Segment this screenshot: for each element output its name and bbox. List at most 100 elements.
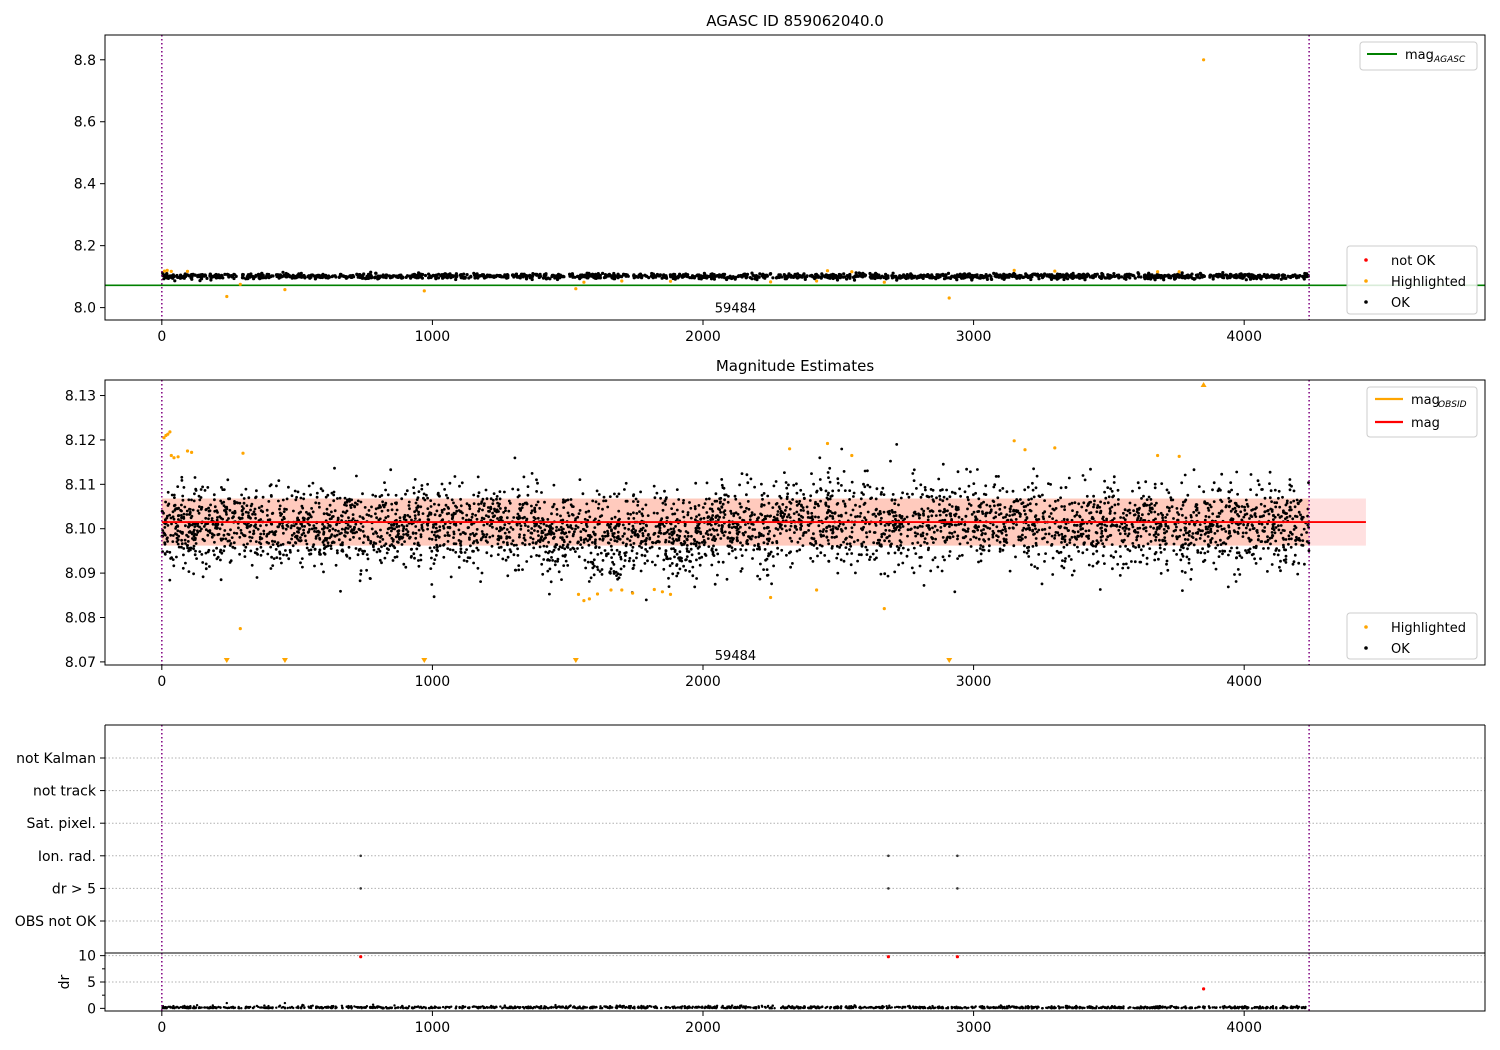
ok-point bbox=[886, 574, 890, 578]
ok-point bbox=[500, 527, 504, 531]
ok-point bbox=[333, 534, 336, 538]
ok-point bbox=[1268, 536, 1272, 540]
ok-point bbox=[255, 576, 259, 579]
ok-point bbox=[705, 511, 709, 514]
ok-point bbox=[262, 532, 266, 536]
ok-point bbox=[716, 573, 719, 577]
ok-point bbox=[219, 558, 222, 562]
ok-point bbox=[665, 530, 669, 534]
ok-point bbox=[652, 484, 656, 488]
ok-point bbox=[840, 447, 844, 451]
ok-point bbox=[485, 533, 489, 536]
ok-point bbox=[1067, 554, 1071, 558]
ok-point bbox=[332, 499, 336, 503]
ok-point bbox=[522, 536, 526, 540]
ok-point bbox=[365, 568, 368, 572]
ok-point bbox=[1184, 531, 1188, 535]
ok-point bbox=[292, 509, 295, 513]
ok-point bbox=[1105, 538, 1108, 542]
ok-point bbox=[1042, 536, 1046, 540]
ok-point bbox=[583, 558, 587, 562]
ok-point bbox=[183, 538, 187, 542]
ok-point bbox=[1079, 523, 1082, 526]
ok-point bbox=[516, 554, 520, 557]
ok-point bbox=[677, 498, 681, 501]
ok-point bbox=[1034, 527, 1037, 531]
ok-point bbox=[1289, 530, 1292, 534]
ok-point bbox=[411, 532, 415, 535]
ok-point bbox=[413, 514, 417, 517]
ok-point bbox=[695, 577, 698, 580]
ok-point bbox=[697, 552, 701, 555]
ok-point bbox=[882, 275, 886, 279]
ok-point bbox=[783, 512, 786, 516]
ok-point bbox=[697, 277, 701, 281]
ok-point bbox=[428, 537, 431, 541]
ok-point bbox=[1230, 274, 1234, 278]
ok-point bbox=[578, 509, 582, 512]
ok-point bbox=[1071, 509, 1074, 512]
ok-point bbox=[1132, 513, 1136, 517]
ok-point bbox=[241, 273, 245, 277]
ok-point bbox=[348, 556, 352, 560]
ok-point bbox=[749, 477, 753, 481]
ok-point bbox=[966, 498, 970, 502]
ok-point bbox=[259, 524, 262, 528]
ok-point bbox=[1001, 528, 1005, 532]
ok-point bbox=[906, 276, 910, 280]
ok-point bbox=[766, 494, 770, 498]
ok-point bbox=[897, 503, 900, 507]
ok-point bbox=[181, 498, 185, 502]
ok-point bbox=[762, 503, 766, 507]
ok-point bbox=[433, 502, 436, 506]
ok-point bbox=[252, 532, 256, 535]
ok-point bbox=[770, 582, 773, 586]
ok-point bbox=[499, 507, 502, 510]
ok-point bbox=[542, 558, 546, 561]
ok-point bbox=[454, 542, 458, 546]
ok-point bbox=[1299, 513, 1302, 517]
ok-point bbox=[681, 510, 685, 513]
ok-point bbox=[982, 538, 985, 542]
ok-point bbox=[172, 275, 176, 279]
ok-point bbox=[828, 514, 832, 518]
ok-point bbox=[313, 277, 317, 281]
ok-point bbox=[1221, 549, 1224, 553]
ok-point bbox=[641, 514, 645, 518]
ok-point bbox=[393, 546, 397, 550]
ok-point bbox=[1166, 568, 1170, 572]
ok-point bbox=[517, 494, 521, 497]
ok-point bbox=[976, 468, 979, 471]
ok-point bbox=[275, 484, 278, 488]
ok-point bbox=[1131, 525, 1135, 529]
ok-point bbox=[1142, 544, 1145, 548]
ok-point bbox=[1263, 496, 1267, 500]
ok-point bbox=[872, 512, 876, 516]
ok-point bbox=[745, 473, 749, 477]
ok-point bbox=[882, 510, 886, 514]
ok-point bbox=[619, 567, 623, 571]
ok-point bbox=[426, 518, 430, 521]
highlighted-point bbox=[1012, 268, 1016, 272]
ok-point bbox=[1140, 497, 1143, 500]
ok-point bbox=[933, 556, 937, 559]
ok-point bbox=[193, 538, 197, 541]
ok-point bbox=[1026, 546, 1029, 550]
ok-point bbox=[1054, 499, 1057, 503]
ok-point bbox=[378, 540, 382, 543]
x-tick-label: 0 bbox=[157, 329, 166, 345]
ok-point bbox=[1149, 498, 1153, 501]
ok-point bbox=[673, 550, 677, 553]
ok-point bbox=[373, 276, 377, 280]
highlighted-point bbox=[582, 280, 586, 284]
ok-point bbox=[1179, 507, 1183, 511]
ok-point bbox=[1291, 562, 1295, 566]
ok-point bbox=[1213, 532, 1217, 535]
ok-point bbox=[1158, 538, 1161, 542]
ok-point bbox=[190, 277, 194, 281]
ok-point bbox=[386, 509, 390, 512]
ok-point bbox=[849, 513, 853, 517]
ok-point bbox=[209, 503, 213, 507]
ok-point bbox=[1198, 523, 1202, 526]
ok-point bbox=[374, 271, 378, 275]
